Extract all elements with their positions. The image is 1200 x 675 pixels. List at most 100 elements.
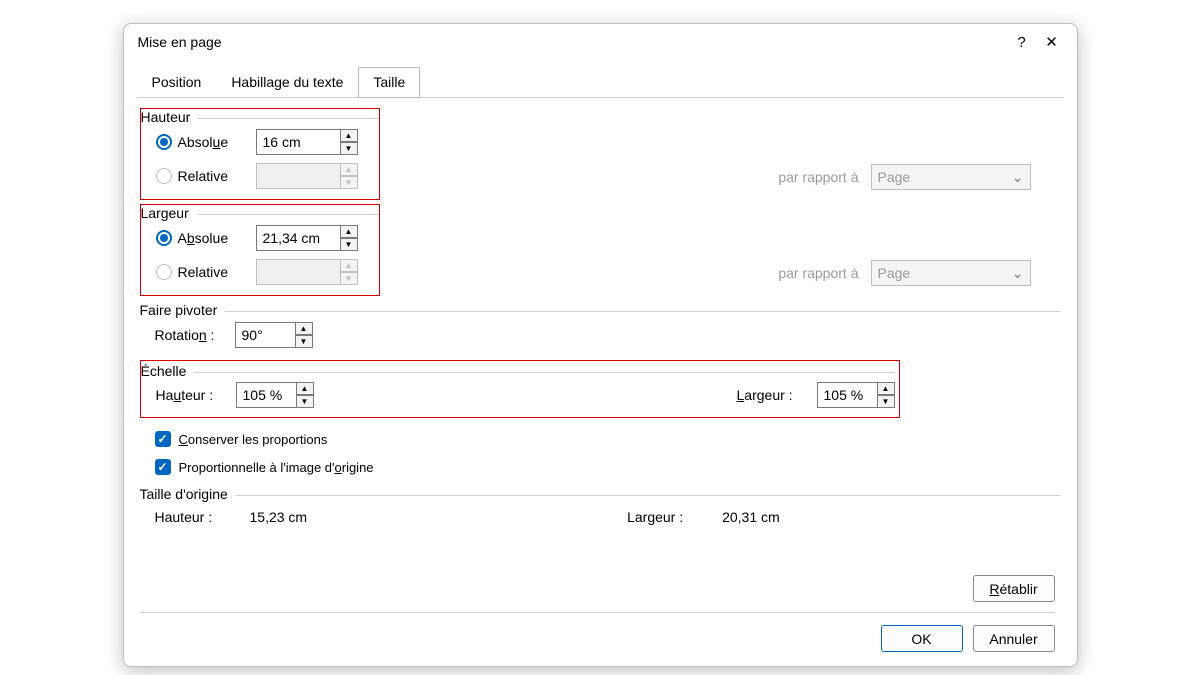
radio-unchecked-icon <box>156 168 172 184</box>
spin-buttons[interactable]: ▲▼ <box>340 225 358 251</box>
height-relative-to-select: Page <box>871 164 1031 190</box>
group-original-legend: Taille d'origine <box>140 486 1061 502</box>
group-height-legend: Hauteur <box>141 109 379 125</box>
group-rotate-title: Faire pivoter <box>140 302 218 318</box>
group-width-title: Largeur <box>141 205 189 221</box>
width-relative-radio[interactable]: Relative <box>156 264 256 280</box>
group-rotate-legend: Faire pivoter <box>140 302 1061 318</box>
ok-button[interactable]: OK <box>881 625 963 652</box>
dialog-body: Hauteur Absolue ▲▼ Relative <box>124 98 1077 569</box>
width-relative-row: Relative ▲▼ <box>141 255 379 289</box>
keep-ratio-label: Conserver les proportions <box>179 432 328 447</box>
titlebar: Mise en page ? ✕ <box>124 24 1077 60</box>
spin-down-icon[interactable]: ▼ <box>877 395 895 408</box>
spin-buttons-disabled: ▲▼ <box>340 259 358 285</box>
help-button[interactable]: ? <box>1007 34 1037 51</box>
original-height-value: 15,23 cm <box>250 509 308 525</box>
height-relative-to-label: par rapport à <box>778 169 858 185</box>
width-relative-input: ▲▼ <box>256 259 358 285</box>
spin-down-icon: ▼ <box>340 176 358 189</box>
spin-up-icon[interactable]: ▲ <box>340 225 358 238</box>
spin-buttons[interactable]: ▲▼ <box>877 382 895 408</box>
tab-size[interactable]: Taille <box>358 67 420 98</box>
reset-button[interactable]: Rétablir <box>973 575 1055 602</box>
rotation-input[interactable]: ▲▼ <box>235 322 313 348</box>
checkbox-checked-icon[interactable] <box>155 431 171 447</box>
spin-down-icon: ▼ <box>340 272 358 285</box>
rotation-row: Rotation : ▲▼ <box>140 318 1061 352</box>
width-relative-to-value: Page <box>878 265 911 281</box>
relative-original-row[interactable]: Proportionnelle à l'image d'origine <box>155 454 1061 480</box>
group-width: Largeur Absolue ▲▼ Relative <box>141 205 379 289</box>
spin-up-icon[interactable]: ▲ <box>877 382 895 395</box>
original-width-value: 20,31 cm <box>722 509 780 525</box>
rotation-field[interactable] <box>235 322 295 348</box>
height-absolute-radio[interactable]: Absolue <box>156 134 256 150</box>
chevron-down-icon <box>1012 169 1024 186</box>
original-height-label: Hauteur : <box>155 509 250 525</box>
height-relative-row: Relative ▲▼ <box>141 159 379 193</box>
group-height-title: Hauteur <box>141 109 191 125</box>
width-relative-to-label: par rapport à <box>778 265 858 281</box>
highlight-box-height: Hauteur Absolue ▲▼ Relative <box>140 108 380 200</box>
height-relative-to-value: Page <box>878 169 911 185</box>
width-absolute-radio[interactable]: Absolue <box>156 230 256 246</box>
spin-down-icon[interactable]: ▼ <box>340 142 358 155</box>
group-height: Hauteur Absolue ▲▼ Relative <box>141 109 379 193</box>
spin-down-icon[interactable]: ▼ <box>296 395 314 408</box>
layout-dialog: Mise en page ? ✕ Position Habillage du t… <box>123 23 1078 667</box>
width-absolute-label: Absolue <box>178 230 229 246</box>
height-absolute-input[interactable]: ▲▼ <box>256 129 358 155</box>
spin-up-icon[interactable]: ▲ <box>296 382 314 395</box>
scale-row: Hauteur : ▲▼ Largeur : ▲▼ <box>141 379 895 411</box>
spin-down-icon[interactable]: ▼ <box>340 238 358 251</box>
height-relative-input: ▲▼ <box>256 163 358 189</box>
spin-buttons-disabled: ▲▼ <box>340 163 358 189</box>
scale-height-field[interactable] <box>236 382 296 408</box>
width-relative-label: Relative <box>178 264 229 280</box>
group-original-title: Taille d'origine <box>140 486 228 502</box>
spin-up-icon: ▲ <box>340 163 358 176</box>
spin-up-icon[interactable]: ▲ <box>340 129 358 142</box>
scale-width-input[interactable]: ▲▼ <box>817 382 895 408</box>
width-relative-field <box>256 259 340 285</box>
width-absolute-field[interactable] <box>256 225 340 251</box>
width-relative-to-select: Page <box>871 260 1031 286</box>
spin-buttons[interactable]: ▲▼ <box>296 382 314 408</box>
tab-text-wrap[interactable]: Habillage du texte <box>216 67 358 98</box>
relative-original-label: Proportionnelle à l'image d'origine <box>179 460 374 475</box>
radio-checked-icon <box>156 134 172 150</box>
width-absolute-input[interactable]: ▲▼ <box>256 225 358 251</box>
width-absolute-row: Absolue ▲▼ <box>141 221 379 255</box>
spin-buttons[interactable]: ▲▼ <box>340 129 358 155</box>
chevron-down-icon <box>1012 265 1024 282</box>
scale-width-field[interactable] <box>817 382 877 408</box>
highlight-box-width: Largeur Absolue ▲▼ Relative <box>140 204 380 296</box>
tab-bar: Position Habillage du texte Taille <box>137 66 1064 98</box>
dialog-title: Mise en page <box>138 34 1007 50</box>
height-absolute-field[interactable] <box>256 129 340 155</box>
cancel-button[interactable]: Annuler <box>973 625 1055 652</box>
scale-height-label: Hauteur : <box>156 387 236 403</box>
highlight-box-scale: Échelle Hauteur : ▲▼ Largeur : ▲▼ <box>140 360 900 418</box>
keep-ratio-row[interactable]: Conserver les proportions <box>155 426 1061 452</box>
rotation-label: Rotation : <box>155 327 235 343</box>
group-scale: Échelle Hauteur : ▲▼ Largeur : ▲▼ <box>141 363 895 411</box>
checkbox-checked-icon[interactable] <box>155 459 171 475</box>
radio-checked-icon <box>156 230 172 246</box>
close-button[interactable]: ✕ <box>1037 33 1067 51</box>
original-width-label: Largeur : <box>627 509 722 525</box>
group-original-size: Taille d'origine Hauteur : 15,23 cm Larg… <box>140 486 1061 532</box>
height-relative-radio[interactable]: Relative <box>156 168 256 184</box>
radio-unchecked-icon <box>156 264 172 280</box>
tab-position[interactable]: Position <box>137 67 217 98</box>
original-size-row: Hauteur : 15,23 cm Largeur : 20,31 cm <box>140 502 1061 532</box>
spin-up-icon[interactable]: ▲ <box>295 322 313 335</box>
scale-height-input[interactable]: ▲▼ <box>236 382 314 408</box>
dialog-footer: Rétablir OK Annuler <box>124 569 1077 666</box>
height-relative-field <box>256 163 340 189</box>
spin-down-icon[interactable]: ▼ <box>295 335 313 348</box>
spin-buttons[interactable]: ▲▼ <box>295 322 313 348</box>
group-width-legend: Largeur <box>141 205 379 221</box>
height-absolute-row: Absolue ▲▼ <box>141 125 379 159</box>
